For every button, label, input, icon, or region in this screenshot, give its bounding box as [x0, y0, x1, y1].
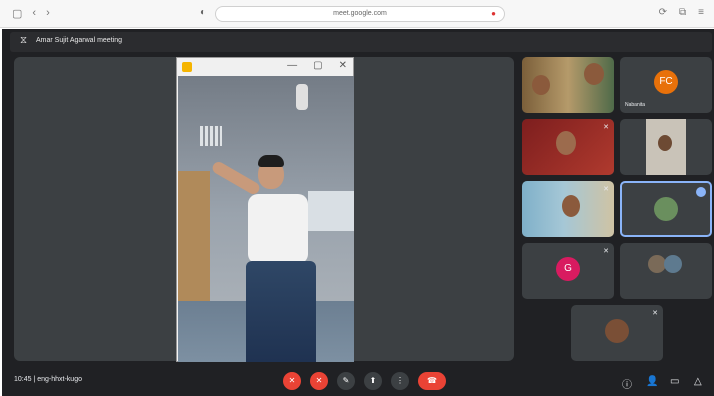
- window-titlebar[interactable]: — ▢ ✕: [177, 58, 353, 76]
- participant-tile-selected[interactable]: [620, 181, 712, 237]
- browser-nav: ▢ ‹ ›: [12, 7, 50, 20]
- present-button[interactable]: ⬆: [364, 372, 382, 390]
- mic-off-button[interactable]: ✕: [283, 372, 301, 390]
- participant-name: Nabanita: [625, 102, 646, 108]
- participant-face: [584, 63, 604, 85]
- back-icon[interactable]: ‹: [32, 7, 36, 20]
- participant-tile[interactable]: ✕: [571, 305, 663, 361]
- muted-mic-icon: ✕: [603, 248, 609, 255]
- menu-icon[interactable]: ≡: [698, 7, 704, 18]
- activities-icon[interactable]: △: [694, 376, 702, 387]
- window-controls: — ▢ ✕: [287, 60, 347, 71]
- dancer-skirt: [246, 261, 316, 362]
- chat-icon[interactable]: ▭: [670, 376, 679, 387]
- info-icon[interactable]: ⓘ: [622, 376, 632, 391]
- participant-face: [562, 195, 580, 217]
- participant-face: [658, 135, 672, 151]
- participant-tile[interactable]: G ✕: [522, 243, 614, 299]
- address-text: meet.google.com: [333, 10, 387, 17]
- participant-face: [556, 131, 576, 155]
- dance-video: [178, 76, 354, 362]
- browser-toolbar: ▢ ‹ › ◐ meet.google.com ● ⟳ ⧉ ≡: [0, 0, 714, 28]
- participant-tile[interactable]: FC Nabanita: [620, 57, 712, 113]
- mic-permission-icon[interactable]: ●: [491, 7, 496, 21]
- forward-icon[interactable]: ›: [46, 7, 50, 20]
- close-icon[interactable]: ✕: [339, 60, 347, 71]
- meet-logo-icon: ⧖: [20, 35, 28, 46]
- presented-video-window[interactable]: — ▢ ✕: [176, 57, 354, 362]
- minimize-icon[interactable]: —: [287, 60, 297, 71]
- participant-tile[interactable]: ✕: [522, 119, 614, 175]
- meeting-header: ⧖ Amar Sujit Agarwal meeting: [10, 32, 712, 52]
- people-icon[interactable]: 👤: [646, 376, 658, 387]
- end-call-button[interactable]: ☎: [418, 372, 446, 390]
- participant-tile[interactable]: [620, 119, 712, 175]
- avatar: FC: [654, 70, 678, 94]
- tab-icon[interactable]: ▢: [12, 7, 22, 20]
- browser-actions: ⟳ ⧉ ≡: [659, 7, 704, 18]
- camera-off-button[interactable]: ✕: [310, 372, 328, 390]
- avatar: [605, 319, 629, 343]
- dancer-top: [248, 194, 308, 264]
- participant-tile-others[interactable]: [620, 243, 712, 299]
- meeting-title: Amar Sujit Agarwal meeting: [36, 37, 122, 44]
- refresh-icon[interactable]: ⟳: [659, 7, 667, 18]
- maximize-icon[interactable]: ▢: [313, 60, 322, 71]
- extension-icon[interactable]: ⧉: [679, 7, 686, 18]
- muted-mic-icon: ✕: [652, 310, 658, 317]
- control-bar: 10:45 | eng-hhxt-kugo ✕ ✕ ✎ ⬆ ⋮ ☎ ⓘ 👤 ▭ …: [2, 364, 714, 396]
- address-bar[interactable]: meet.google.com ●: [215, 6, 505, 22]
- participant-tile[interactable]: [522, 57, 614, 113]
- ceiling-fan: [296, 84, 308, 110]
- meet-app: ⧖ Amar Sujit Agarwal meeting — ▢ ✕ FC Na…: [2, 29, 714, 396]
- avatar: [664, 255, 682, 273]
- muted-mic-icon: ✕: [603, 124, 609, 131]
- site-info-icon[interactable]: ◐: [200, 7, 206, 18]
- participant-face: [532, 75, 550, 95]
- window-opening: [308, 191, 354, 231]
- participant-tile[interactable]: ✕: [522, 181, 614, 237]
- avatar: [654, 197, 678, 221]
- door: [178, 171, 210, 321]
- more-options-button[interactable]: ⋮: [391, 372, 409, 390]
- vent: [200, 126, 222, 146]
- avatar: G: [556, 257, 580, 281]
- pin-icon[interactable]: [696, 187, 706, 197]
- meeting-time-code: 10:45 | eng-hhxt-kugo: [14, 376, 82, 383]
- dancer-hair: [258, 155, 284, 167]
- captions-button[interactable]: ✎: [337, 372, 355, 390]
- muted-mic-icon: ✕: [603, 186, 609, 193]
- player-app-icon: [182, 62, 192, 72]
